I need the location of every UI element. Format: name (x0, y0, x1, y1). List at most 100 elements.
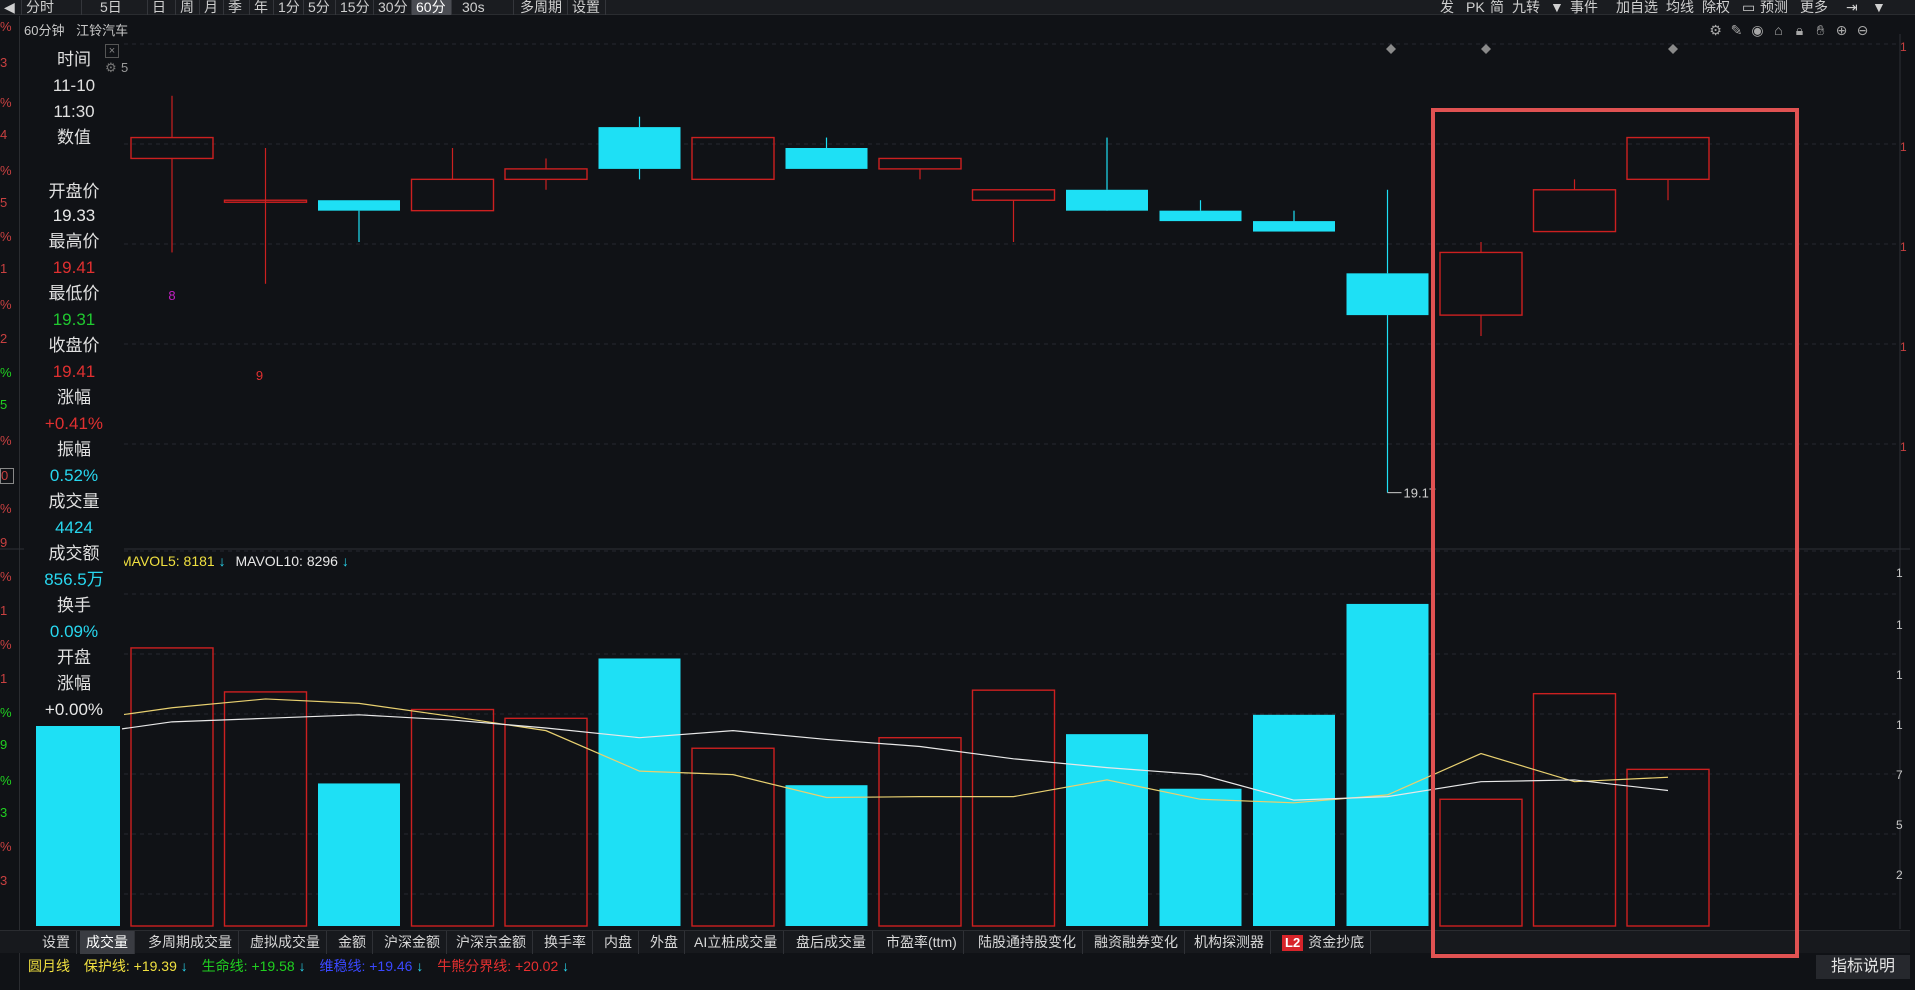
tab-fenshi[interactable]: 分时 (22, 0, 82, 15)
tab-15min[interactable]: 15分 (336, 0, 374, 15)
toolbar-exit-icon[interactable]: ⇥ (1846, 0, 1858, 15)
volume-bar (223, 691, 308, 927)
candle-body (598, 127, 681, 169)
toolbar-add-favorite[interactable]: 加自选 (1616, 0, 1658, 15)
maintain-label: 维稳线: (319, 958, 366, 974)
lock-icon[interactable]: 🔒︎ (1789, 22, 1810, 39)
tab-week[interactable]: 周 (176, 0, 200, 15)
indicator-name[interactable]: 圆月线 (28, 958, 70, 974)
bull-value: +20.02 (515, 958, 559, 974)
volume-bar (785, 785, 868, 926)
top-toolbar: ◀ 分时 5日 日 周 月 季 年 1分 5分 15分 30分 60分 30s … (0, 0, 1915, 15)
tab-inner[interactable]: 内盘 (598, 931, 639, 954)
candle-body (971, 189, 1056, 201)
tab-turnover[interactable]: 换手率 (538, 931, 593, 954)
toolbar-event[interactable]: 事件 (1570, 0, 1598, 15)
volume-bar (318, 783, 400, 926)
candle-body (130, 136, 214, 160)
tab-hs-amount[interactable]: 沪深金额 (378, 931, 447, 954)
axis-tick: 1 (1896, 618, 1903, 632)
tab-1min[interactable]: 1分 (274, 0, 304, 15)
tab-virtual-volume[interactable]: 虚拟成交量 (244, 931, 327, 954)
turnover-value: 0.09% (49, 622, 99, 641)
close-value: 19.41 (52, 362, 96, 381)
tab-multi-period[interactable]: 多周期 (516, 0, 568, 15)
toolbar-ma[interactable]: 均线 (1666, 0, 1694, 15)
close-icon[interactable]: × (105, 44, 119, 58)
tab-setup[interactable]: 设置 (36, 931, 77, 954)
protect-label: 保护线: (83, 958, 130, 974)
change-value: +0.41% (44, 414, 104, 433)
tab-day[interactable]: 日 (148, 0, 176, 15)
toolbar-jiuzhuan[interactable]: 九转 (1512, 0, 1540, 15)
low-value: 19.31 (52, 310, 96, 329)
tab-institution[interactable]: 机构探测器 (1188, 931, 1271, 954)
candle-body (1346, 273, 1429, 316)
gear-icon[interactable]: ⚙ (105, 60, 117, 76)
tab-volume[interactable]: 成交量 (80, 931, 135, 954)
gear-icon[interactable]: ⚙ (1705, 22, 1726, 39)
tab-month[interactable]: 月 (200, 0, 224, 15)
tab-margin[interactable]: 融资融券变化 (1088, 931, 1185, 954)
back-icon[interactable]: ◀ (0, 0, 22, 15)
tab-ai-volume[interactable]: AI立桩成交量 (688, 931, 785, 954)
l2-badge: L2 (1282, 935, 1304, 951)
toolbar-exright[interactable]: 除权 (1702, 0, 1730, 15)
candle-body (1159, 210, 1242, 222)
zoom-in-icon[interactable]: ⊕ (1831, 22, 1852, 39)
tab-year[interactable]: 年 (250, 0, 274, 15)
tab-5min[interactable]: 5分 (304, 0, 336, 15)
annotation-8: 8 (168, 288, 175, 303)
tab-hsj-amount[interactable]: 沪深京金额 (450, 931, 533, 954)
tab-hkconnect[interactable]: 陆股通持股变化 (972, 931, 1083, 954)
diamond-marker (1481, 44, 1491, 54)
open-change-label-1: 开盘 (57, 648, 91, 667)
eye-icon[interactable]: ◉ (1747, 22, 1768, 39)
toolbar-collapse-icon[interactable]: ▼ (1872, 0, 1886, 15)
hand-icon[interactable]: ✋︎ (1810, 22, 1831, 39)
mavol10-label: MAVOL10: (235, 553, 303, 569)
toolbar-more[interactable]: 更多 (1800, 0, 1828, 15)
tab-outer[interactable]: 外盘 (644, 931, 685, 954)
indicator-help-button[interactable]: 指标说明 (1816, 955, 1910, 979)
life-label: 生命线: (201, 958, 248, 974)
toolbar-jian[interactable]: 简 (1490, 0, 1504, 15)
tab-quarter[interactable]: 季 (224, 0, 250, 15)
axis-tick: 7 (1896, 768, 1903, 782)
tab-30min[interactable]: 30分 (374, 0, 412, 15)
life-value: +19.58 (251, 958, 295, 974)
candle-body (1253, 221, 1335, 232)
axis-tick: 1 (1900, 40, 1907, 54)
high-value: 19.41 (52, 258, 96, 277)
tab-fund-bottom[interactable]: L2 资金抄底 (1276, 931, 1372, 954)
low-label: 最低价 (48, 284, 100, 303)
amount-value: 856.5万 (44, 570, 104, 589)
tab-5day[interactable]: 5日 (96, 0, 148, 15)
tab-multi-volume[interactable]: 多周期成交量 (142, 931, 239, 954)
tab-settings[interactable]: 设置 (568, 0, 606, 15)
tab-amount[interactable]: 金额 (332, 931, 373, 954)
highlight-box (1431, 108, 1799, 958)
tab-pe-ttm[interactable]: 市盈率(ttm) (880, 931, 964, 954)
tab-60min[interactable]: 60分 (412, 0, 452, 15)
tab-after-hours[interactable]: 盘后成交量 (790, 931, 873, 954)
zoom-out-icon[interactable]: ⊖ (1852, 22, 1873, 39)
toolbar-pk[interactable]: PK (1466, 0, 1485, 15)
toolbar-dropdown-icon[interactable]: ▼ (1550, 0, 1564, 15)
candle-body (1066, 189, 1148, 211)
candle-body (785, 148, 868, 169)
toolbar-window-icon[interactable]: ▭ (1742, 0, 1755, 15)
axis-tick: 1 (1896, 566, 1903, 580)
pencil-icon[interactable]: ✎ (1726, 22, 1747, 39)
axis-tick: 1 (1896, 718, 1903, 732)
info-extra-digit: 5 (121, 60, 129, 75)
toolbar-forecast[interactable]: 预测 (1760, 0, 1788, 15)
candle-body (318, 200, 400, 211)
toolbar-fa[interactable]: 发 (1440, 0, 1454, 15)
chart-icon-bar: ⚙ ✎ ◉ ⌂ 🔒︎ ✋︎ ⊕ ⊖ (1705, 22, 1873, 42)
high-label: 最高价 (48, 232, 100, 251)
amount-label: 成交额 (48, 544, 100, 563)
open-value: 19.33 (52, 206, 96, 225)
basket-icon[interactable]: ⌂ (1768, 22, 1789, 38)
tab-30s[interactable]: 30s (458, 0, 514, 15)
